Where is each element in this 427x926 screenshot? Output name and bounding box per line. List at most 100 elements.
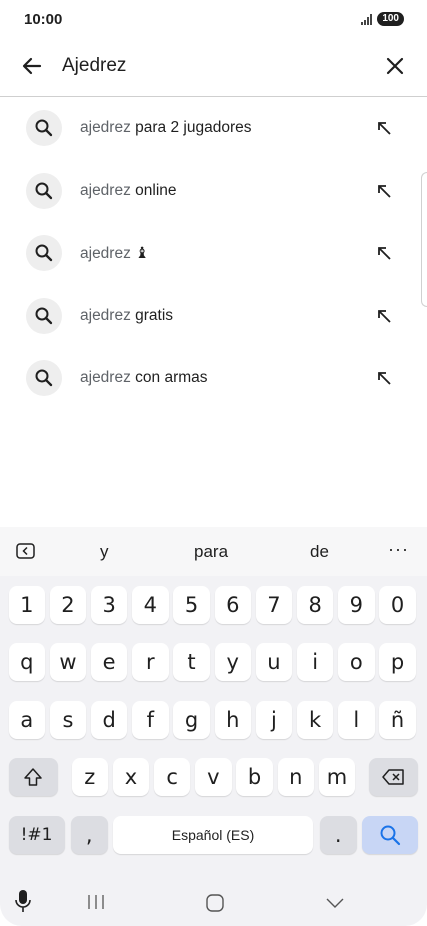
arrow-up-left-icon (378, 122, 391, 135)
key-o[interactable]: o (338, 643, 375, 681)
key-t[interactable]: t (173, 643, 210, 681)
fill-query-button[interactable] (375, 307, 393, 325)
search-input[interactable] (62, 52, 362, 80)
key-k[interactable]: k (296, 701, 334, 739)
suggestion-item[interactable]: ajedrez gratis (0, 285, 427, 348)
prediction-word[interactable]: de (310, 542, 329, 562)
key-1[interactable]: 1 (8, 586, 45, 624)
prediction-word[interactable]: para (194, 542, 228, 562)
arrow-up-left-icon (378, 309, 391, 323)
shift-key[interactable] (8, 758, 58, 796)
status-time: 10:00 (24, 11, 63, 28)
search-icon (26, 297, 62, 334)
home-button[interactable] (205, 893, 225, 918)
key-ñ[interactable]: ñ (379, 701, 416, 739)
suggestion-item[interactable]: ajedrez para 2 jugadores (0, 97, 427, 160)
battery-indicator: 100 (377, 12, 404, 26)
arrow-left-icon (22, 57, 42, 75)
key-j[interactable]: j (255, 701, 293, 739)
status-bar: 10:00 100 (0, 0, 427, 40)
close-icon (386, 57, 404, 75)
chevron-left-box-icon (16, 543, 35, 559)
search-icon (26, 110, 62, 146)
fill-query-button[interactable] (375, 369, 393, 387)
key-6[interactable]: 6 (214, 586, 251, 624)
key-2[interactable]: 2 (49, 586, 87, 624)
search-icon (26, 360, 62, 396)
arrow-up-left-icon (378, 247, 391, 260)
signal-icon (361, 13, 373, 25)
comma-key[interactable]: , (71, 816, 108, 854)
shift-icon (24, 768, 42, 786)
key-m[interactable]: m (318, 758, 356, 796)
search-icon (26, 172, 62, 209)
space-key[interactable]: Español (ES) (113, 816, 313, 854)
backspace-key[interactable] (369, 758, 418, 796)
suggestion-item[interactable]: ajedrez ♝ (0, 222, 427, 285)
prediction-bar: y para de ··· (0, 527, 427, 576)
suggestion-list: ajedrez para 2 jugadores ajedrez online … (0, 97, 427, 410)
backspace-icon (381, 769, 404, 785)
key-f[interactable]: f (132, 701, 169, 739)
key-5[interactable]: 5 (173, 586, 210, 624)
key-0[interactable]: 0 (379, 586, 416, 624)
key-l[interactable]: l (338, 701, 375, 739)
suggestion-text: ajedrez con armas (80, 369, 208, 386)
key-4[interactable]: 4 (132, 586, 169, 624)
key-d[interactable]: d (90, 701, 128, 739)
recent-apps-button[interactable] (87, 894, 105, 915)
keyboard-toolbar-button[interactable] (16, 543, 35, 559)
back-button[interactable] (18, 52, 46, 80)
status-icons: 100 (361, 12, 404, 26)
key-a[interactable]: a (8, 701, 45, 739)
search-key[interactable] (362, 816, 418, 854)
suggestion-item[interactable]: ajedrez con armas (0, 347, 427, 410)
search-icon (380, 825, 401, 846)
key-8[interactable]: 8 (296, 586, 334, 624)
key-7[interactable]: 7 (255, 586, 293, 624)
period-key[interactable]: . (320, 816, 357, 854)
fill-query-button[interactable] (375, 182, 393, 200)
suggestion-text: ajedrez para 2 jugadores (80, 119, 252, 136)
more-options-button[interactable]: ··· (388, 539, 409, 560)
key-v[interactable]: v (195, 758, 232, 796)
key-z[interactable]: z (71, 758, 108, 796)
key-x[interactable]: x (112, 758, 150, 796)
key-g[interactable]: g (173, 701, 210, 739)
key-q[interactable]: q (8, 643, 45, 681)
key-i[interactable]: i (296, 643, 334, 681)
fill-query-button[interactable] (375, 244, 393, 262)
key-e[interactable]: e (90, 643, 128, 681)
edge-panel-handle[interactable] (421, 172, 427, 307)
key-9[interactable]: 9 (338, 586, 375, 624)
suggestion-item[interactable]: ajedrez online (0, 160, 427, 223)
key-s[interactable]: s (49, 701, 87, 739)
symbols-key[interactable]: !#1 (8, 816, 65, 854)
key-b[interactable]: b (236, 758, 273, 796)
key-y[interactable]: y (214, 643, 251, 681)
recent-apps-icon (88, 895, 104, 909)
navigation-bar (0, 878, 427, 926)
suggestion-text: ajedrez online (80, 181, 177, 199)
arrow-up-left-icon (378, 184, 391, 198)
fill-query-button[interactable] (375, 119, 393, 137)
key-3[interactable]: 3 (90, 586, 128, 624)
key-w[interactable]: w (49, 643, 87, 681)
home-icon (206, 894, 224, 912)
prediction-word[interactable]: y (100, 542, 109, 562)
key-c[interactable]: c (153, 758, 191, 796)
search-icon (26, 235, 62, 271)
hide-keyboard-button[interactable] (325, 896, 345, 914)
microphone-icon[interactable] (12, 888, 34, 919)
key-p[interactable]: p (379, 643, 416, 681)
key-u[interactable]: u (255, 643, 293, 681)
key-h[interactable]: h (214, 701, 251, 739)
clear-search-button[interactable] (381, 52, 409, 80)
key-n[interactable]: n (277, 758, 314, 796)
suggestion-text: ajedrez gratis (80, 306, 174, 324)
chevron-down-icon (326, 898, 344, 908)
arrow-up-left-icon (378, 372, 391, 385)
suggestion-text: ajedrez ♝ (80, 245, 150, 262)
keyboard: y para de ··· 1234567890qwertyuiopasdfgh… (0, 527, 427, 926)
key-r[interactable]: r (132, 643, 169, 681)
